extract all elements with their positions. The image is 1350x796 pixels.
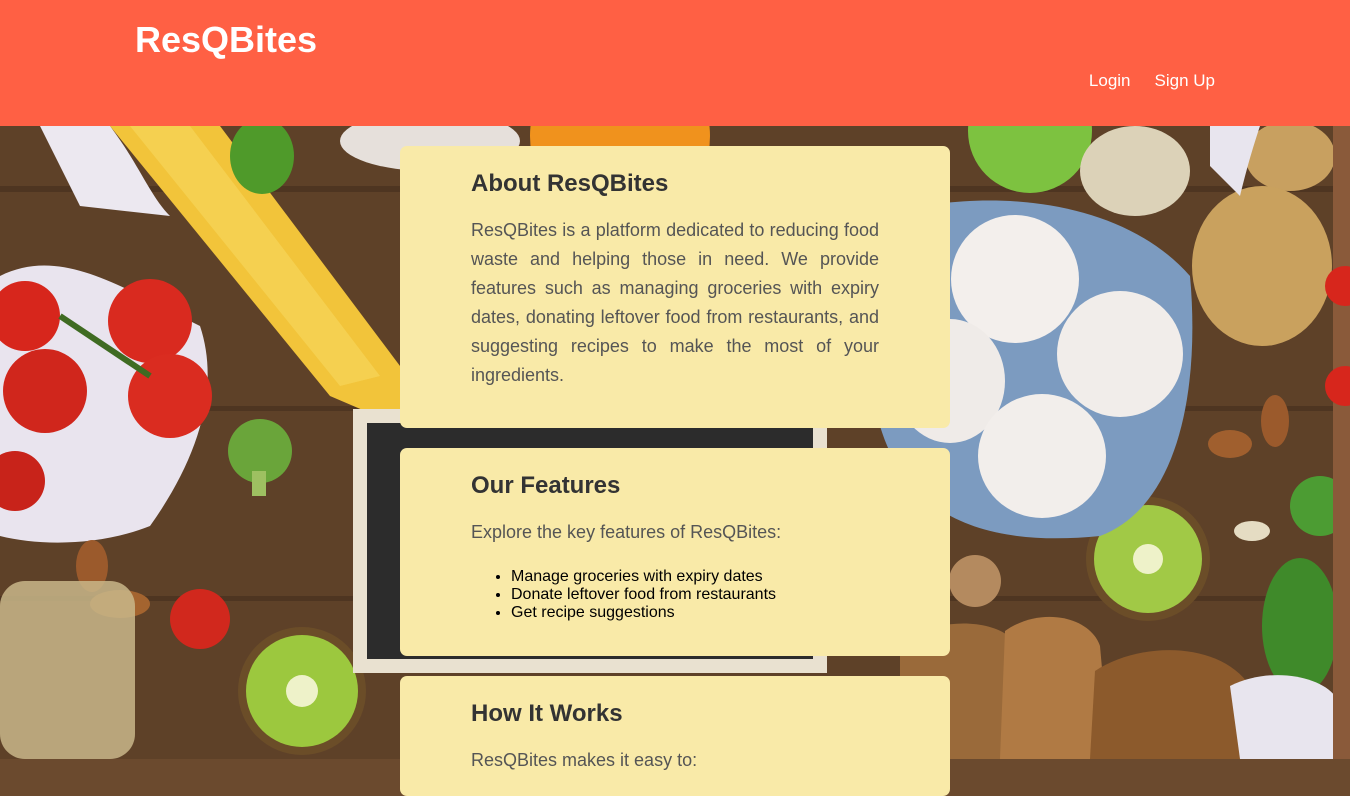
features-section: Our Features Explore the key features of… bbox=[400, 448, 950, 656]
feature-item: Get recipe suggestions bbox=[511, 604, 879, 622]
site-header: ResQBites Login Sign Up bbox=[0, 0, 1350, 126]
feature-item: Manage groceries with expiry dates bbox=[511, 568, 879, 586]
main-nav: Login Sign Up bbox=[1089, 71, 1215, 91]
how-intro: ResQBites makes it easy to: bbox=[471, 750, 698, 770]
signup-link[interactable]: Sign Up bbox=[1155, 71, 1215, 91]
brand-logo[interactable]: ResQBites bbox=[135, 19, 317, 61]
features-intro: Explore the key features of ResQBites: bbox=[471, 522, 782, 542]
about-text: ResQBites is a platform dedicated to red… bbox=[471, 220, 879, 385]
login-link[interactable]: Login bbox=[1089, 71, 1131, 91]
how-it-works-section: How It Works ResQBites makes it easy to: bbox=[400, 676, 950, 796]
feature-item: Donate leftover food from restaurants bbox=[511, 586, 879, 604]
about-heading: About ResQBites bbox=[471, 170, 669, 197]
features-heading: Our Features bbox=[471, 472, 621, 499]
features-list: Manage groceries with expiry dates Donat… bbox=[471, 568, 879, 622]
how-heading: How It Works bbox=[471, 700, 623, 727]
about-section: About ResQBites ResQBites is a platform … bbox=[400, 146, 950, 428]
